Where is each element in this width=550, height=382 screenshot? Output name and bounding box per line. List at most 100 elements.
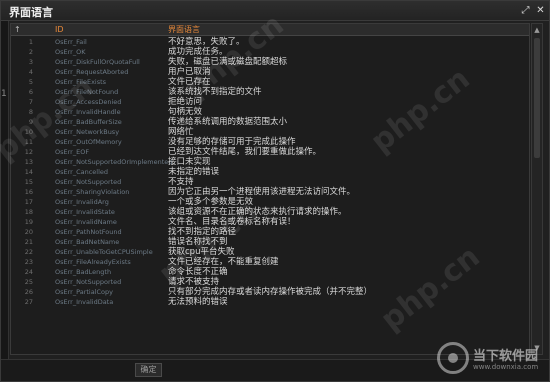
row-number: 2 <box>28 48 33 56</box>
row-message: 该系统找不到指定的文件 <box>168 87 262 97</box>
table-row[interactable]: 21 OsErr_BadNetName 错误名称找不到 <box>11 237 529 247</box>
table-row[interactable]: 12 OsErr_EOF 已经到达文件结尾，我们要重做此操作。 <box>11 147 529 157</box>
table-row[interactable]: 1 OsErr_Fail 不好意思，失败了。 <box>11 37 529 47</box>
scroll-up-icon[interactable]: ▲ <box>533 26 541 34</box>
table-row[interactable]: 2 OsErr_OK 成功完成任务。 <box>11 47 529 57</box>
row-message: 获取cpu平台失败 <box>168 247 235 257</box>
row-message: 已经到达文件结尾，我们要重做此操作。 <box>168 147 322 157</box>
window-title: 界面语言 <box>9 6 53 19</box>
row-message: 文件已存在 <box>168 77 211 87</box>
table-row[interactable]: 9 OsErr_BadBufferSize 传递给系统调用的数据范围太小 <box>11 117 529 127</box>
table-row[interactable]: 3 OsErr_DiskFullOrQuotaFull 失败，磁盘已满或磁盘配额超标 <box>11 57 529 67</box>
row-message: 没有足够的存储可用于完成此操作 <box>168 137 296 147</box>
table-row[interactable]: 22 OsErr_UnableToGetCPUSimple 获取cpu平台失败 <box>11 247 529 257</box>
row-number: 14 <box>24 168 33 176</box>
logo-icon <box>437 342 469 374</box>
row-message: 接口未实现 <box>168 157 211 167</box>
title-bar[interactable]: 界面语言 ⤢ ✕ <box>1 1 549 21</box>
table-row[interactable]: 26 OsErr_PartialCopy 只有部分完成内存或者读内存操作被完成（并不… <box>11 287 529 297</box>
row-number: 4 <box>28 68 33 76</box>
row-number: 21 <box>24 238 33 246</box>
row-number: 10 <box>24 128 33 136</box>
restore-icon[interactable]: ⤢ <box>519 4 532 17</box>
row-id: OsErr_Fail <box>55 38 87 46</box>
row-message: 文件名、目录名或卷标名称有误！ <box>168 217 296 227</box>
scrollbar-thumb[interactable] <box>534 38 540 158</box>
site-logo: 当下软件园 www.downxia.com <box>437 337 549 381</box>
row-id: OsErr_OK <box>55 48 86 56</box>
row-number: 12 <box>24 148 33 156</box>
row-id: OsErr_AccessDenied <box>55 98 122 106</box>
row-message: 只有部分完成内存或者读内存操作被完成（并不完整） <box>168 287 373 297</box>
table-row[interactable]: 23 OsErr_FileAlreadyExists 文件已经存在，不能重复创建 <box>11 257 529 267</box>
row-id: OsErr_BadNetName <box>55 238 120 246</box>
table-row[interactable]: 18 OsErr_InvalidState 该组或资源不在正确的状态来执行请求的操作… <box>11 207 529 217</box>
table-row[interactable]: 17 OsErr_InvalidArg 一个或多个参数是无效 <box>11 197 529 207</box>
row-id: OsErr_BadLength <box>55 268 112 276</box>
row-number: 22 <box>24 248 33 256</box>
table-row[interactable]: 11 OsErr_OutOfMemory 没有足够的存储可用于完成此操作 <box>11 137 529 147</box>
row-number: 19 <box>24 218 33 226</box>
column-header-id[interactable]: ID <box>55 24 64 36</box>
table-row[interactable]: 24 OsErr_BadLength 命令长度不正确 <box>11 267 529 277</box>
row-number: 9 <box>28 118 33 126</box>
row-id: OsErr_SharingViolation <box>55 188 130 196</box>
table-row[interactable]: 6 OsErr_FileNotFound 该系统找不到指定的文件 <box>11 87 529 97</box>
table-row[interactable]: 5 OsErr_FileExists 文件已存在 <box>11 77 529 87</box>
row-message: 未指定的错误 <box>168 167 220 177</box>
row-number: 16 <box>24 188 33 196</box>
row-number: 18 <box>24 208 33 216</box>
language-window: 界面语言 ⤢ ✕ 1 ↑ ID 界面语言 1 OsErr_Fail 不好意思，失败了… <box>0 0 550 382</box>
row-id: OsErr_UnableToGetCPUSimple <box>55 248 153 256</box>
row-number: 20 <box>24 228 33 236</box>
table-row[interactable]: 14 OsErr_Cancelled 未指定的错误 <box>11 167 529 177</box>
table-row[interactable]: 10 OsErr_NetworkBusy 网络忙 <box>11 127 529 137</box>
row-id: OsErr_InvalidData <box>55 298 114 306</box>
vertical-scrollbar[interactable]: ▲ ▼ <box>531 23 543 355</box>
row-message: 不好意思，失败了。 <box>168 37 245 47</box>
table-row[interactable]: 27 OsErr_InvalidData 无法预料的错误 <box>11 297 529 307</box>
row-message: 传递给系统调用的数据范围太小 <box>168 117 288 127</box>
table-body: 1 OsErr_Fail 不好意思，失败了。 2 OsErr_OK 成功完成任务。 3 OsE… <box>11 37 529 307</box>
table-row[interactable]: 16 OsErr_SharingViolation 因为它正由另一个进程使用该进程无… <box>11 187 529 197</box>
row-id: OsErr_PartialCopy <box>55 288 114 296</box>
row-id: OsErr_Cancelled <box>55 168 109 176</box>
row-number: 13 <box>24 158 33 166</box>
table-row[interactable]: 4 OsErr_RequestAborted 用户已取消 <box>11 67 529 77</box>
row-message: 成功完成任务。 <box>168 47 228 57</box>
ok-button[interactable]: 确定 <box>135 363 162 377</box>
row-number: 3 <box>28 58 33 66</box>
row-number: 6 <box>28 88 33 96</box>
row-message: 失败，磁盘已满或磁盘配额超标 <box>168 57 288 67</box>
left-gutter-mark: 1 <box>1 89 7 99</box>
row-message: 一个或多个参数是无效 <box>168 197 254 207</box>
row-id: OsErr_OutOfMemory <box>55 138 122 146</box>
row-number: 8 <box>28 108 33 116</box>
row-id: OsErr_InvalidName <box>55 218 117 226</box>
sort-arrow-icon[interactable]: ↑ <box>14 24 21 36</box>
row-message: 命令长度不正确 <box>168 267 228 277</box>
row-number: 24 <box>24 268 33 276</box>
left-gutter: 1 <box>1 21 9 361</box>
table-row[interactable]: 8 OsErr_InvalidHandle 句柄无效 <box>11 107 529 117</box>
row-id: OsErr_NotSupported <box>55 178 122 186</box>
table-row[interactable]: 19 OsErr_InvalidName 文件名、目录名或卷标名称有误！ <box>11 217 529 227</box>
row-id: OsErr_BadBufferSize <box>55 118 122 126</box>
logo-subtext: www.downxia.com <box>473 363 539 371</box>
row-number: 17 <box>24 198 33 206</box>
table-row[interactable]: 15 OsErr_NotSupported 不支持 <box>11 177 529 187</box>
column-header-message[interactable]: 界面语言 <box>168 24 200 36</box>
row-message: 用户已取消 <box>168 67 211 77</box>
row-number: 11 <box>24 138 33 146</box>
row-message: 请求不被支持 <box>168 277 220 287</box>
row-id: OsErr_NotSupportedOrImplemented <box>55 158 173 166</box>
row-number: 26 <box>24 288 33 296</box>
table-row[interactable]: 13 OsErr_NotSupportedOrImplemented 接口未实现 <box>11 157 529 167</box>
table-row[interactable]: 20 OsErr_PathNotFound 找不到指定的路径 <box>11 227 529 237</box>
row-number: 25 <box>24 278 33 286</box>
table-row[interactable]: 7 OsErr_AccessDenied 拒绝访问 <box>11 97 529 107</box>
table-row[interactable]: 25 OsErr_NotSupported 请求不被支持 <box>11 277 529 287</box>
close-icon[interactable]: ✕ <box>534 4 547 17</box>
row-message: 因为它正由另一个进程使用该进程无法访问文件。 <box>168 187 356 197</box>
row-id: OsErr_RequestAborted <box>55 68 129 76</box>
